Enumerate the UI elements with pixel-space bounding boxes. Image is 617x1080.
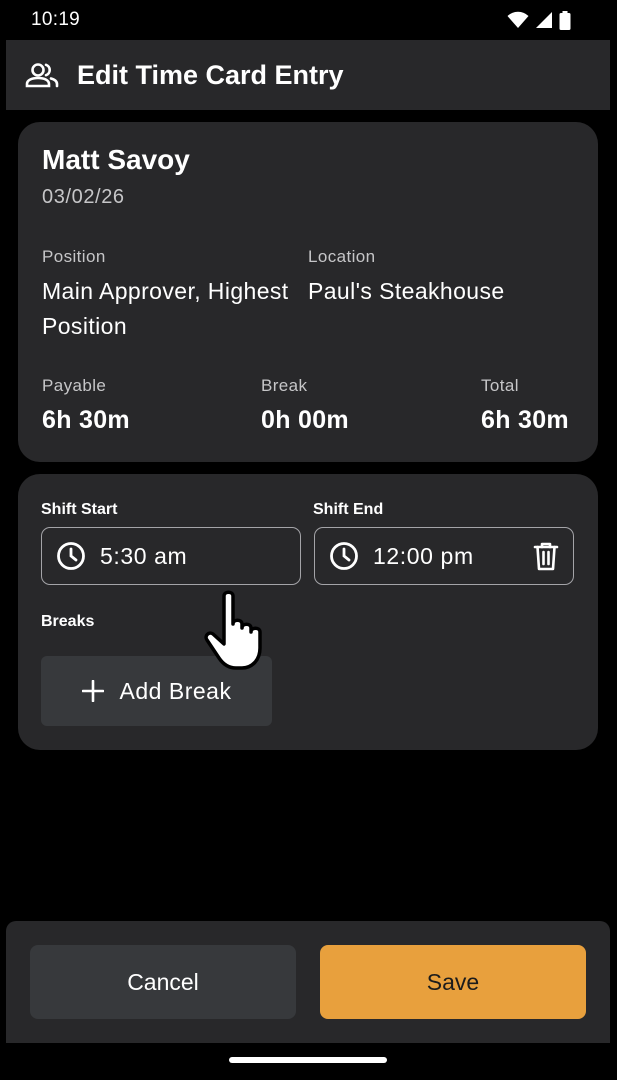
total-value: 6h 30m [481, 406, 569, 434]
bottom-action-bar: Cancel Save [6, 921, 610, 1043]
home-indicator[interactable] [229, 1057, 387, 1063]
shift-end-value: 12:00 pm [373, 542, 474, 569]
breaks-label: Breaks [41, 613, 95, 630]
hand-pointer-icon [204, 590, 262, 670]
shift-card: Shift Start Shift End 5:30 am 12:00 pm B… [18, 474, 598, 750]
status-time: 10:19 [31, 9, 81, 30]
cancel-button[interactable]: Cancel [30, 945, 296, 1019]
plus-icon [81, 680, 104, 702]
position-value-line2: Position [42, 313, 128, 339]
save-button[interactable]: Save [320, 945, 586, 1019]
location-value: Paul's Steakhouse [308, 278, 505, 304]
shift-end-field[interactable]: 12:00 pm [314, 527, 574, 585]
app-bar: Edit Time Card Entry [6, 40, 610, 110]
shift-end-label: Shift End [313, 501, 384, 518]
location-label: Location [308, 247, 376, 266]
position-label: Position [42, 247, 106, 266]
people-icon [25, 63, 59, 88]
employee-name: Matt Savoy [42, 144, 190, 175]
entry-date: 03/02/26 [42, 186, 125, 208]
payable-value: 6h 30m [42, 406, 130, 434]
payable-label: Payable [42, 376, 107, 395]
shift-start-field[interactable]: 5:30 am [41, 527, 301, 585]
status-bar: 10:19 [0, 0, 617, 40]
clock-icon [330, 542, 358, 570]
shift-start-label: Shift Start [41, 501, 118, 518]
cellular-signal-icon [536, 12, 552, 28]
employee-info-card: Matt Savoy 03/02/26 Position Main Approv… [18, 122, 598, 462]
total-label: Total [481, 376, 519, 395]
add-break-label: Add Break [119, 677, 232, 704]
position-value-line1: Main Approver, Highest [42, 278, 289, 304]
page-title: Edit Time Card Entry [77, 59, 344, 90]
status-icons [507, 10, 571, 30]
break-value: 0h 00m [261, 406, 349, 434]
wifi-icon [507, 11, 529, 28]
break-label: Break [261, 376, 308, 395]
trash-icon[interactable] [533, 541, 559, 571]
shift-start-value: 5:30 am [100, 542, 188, 569]
clock-icon [57, 542, 85, 570]
battery-icon [559, 10, 571, 30]
